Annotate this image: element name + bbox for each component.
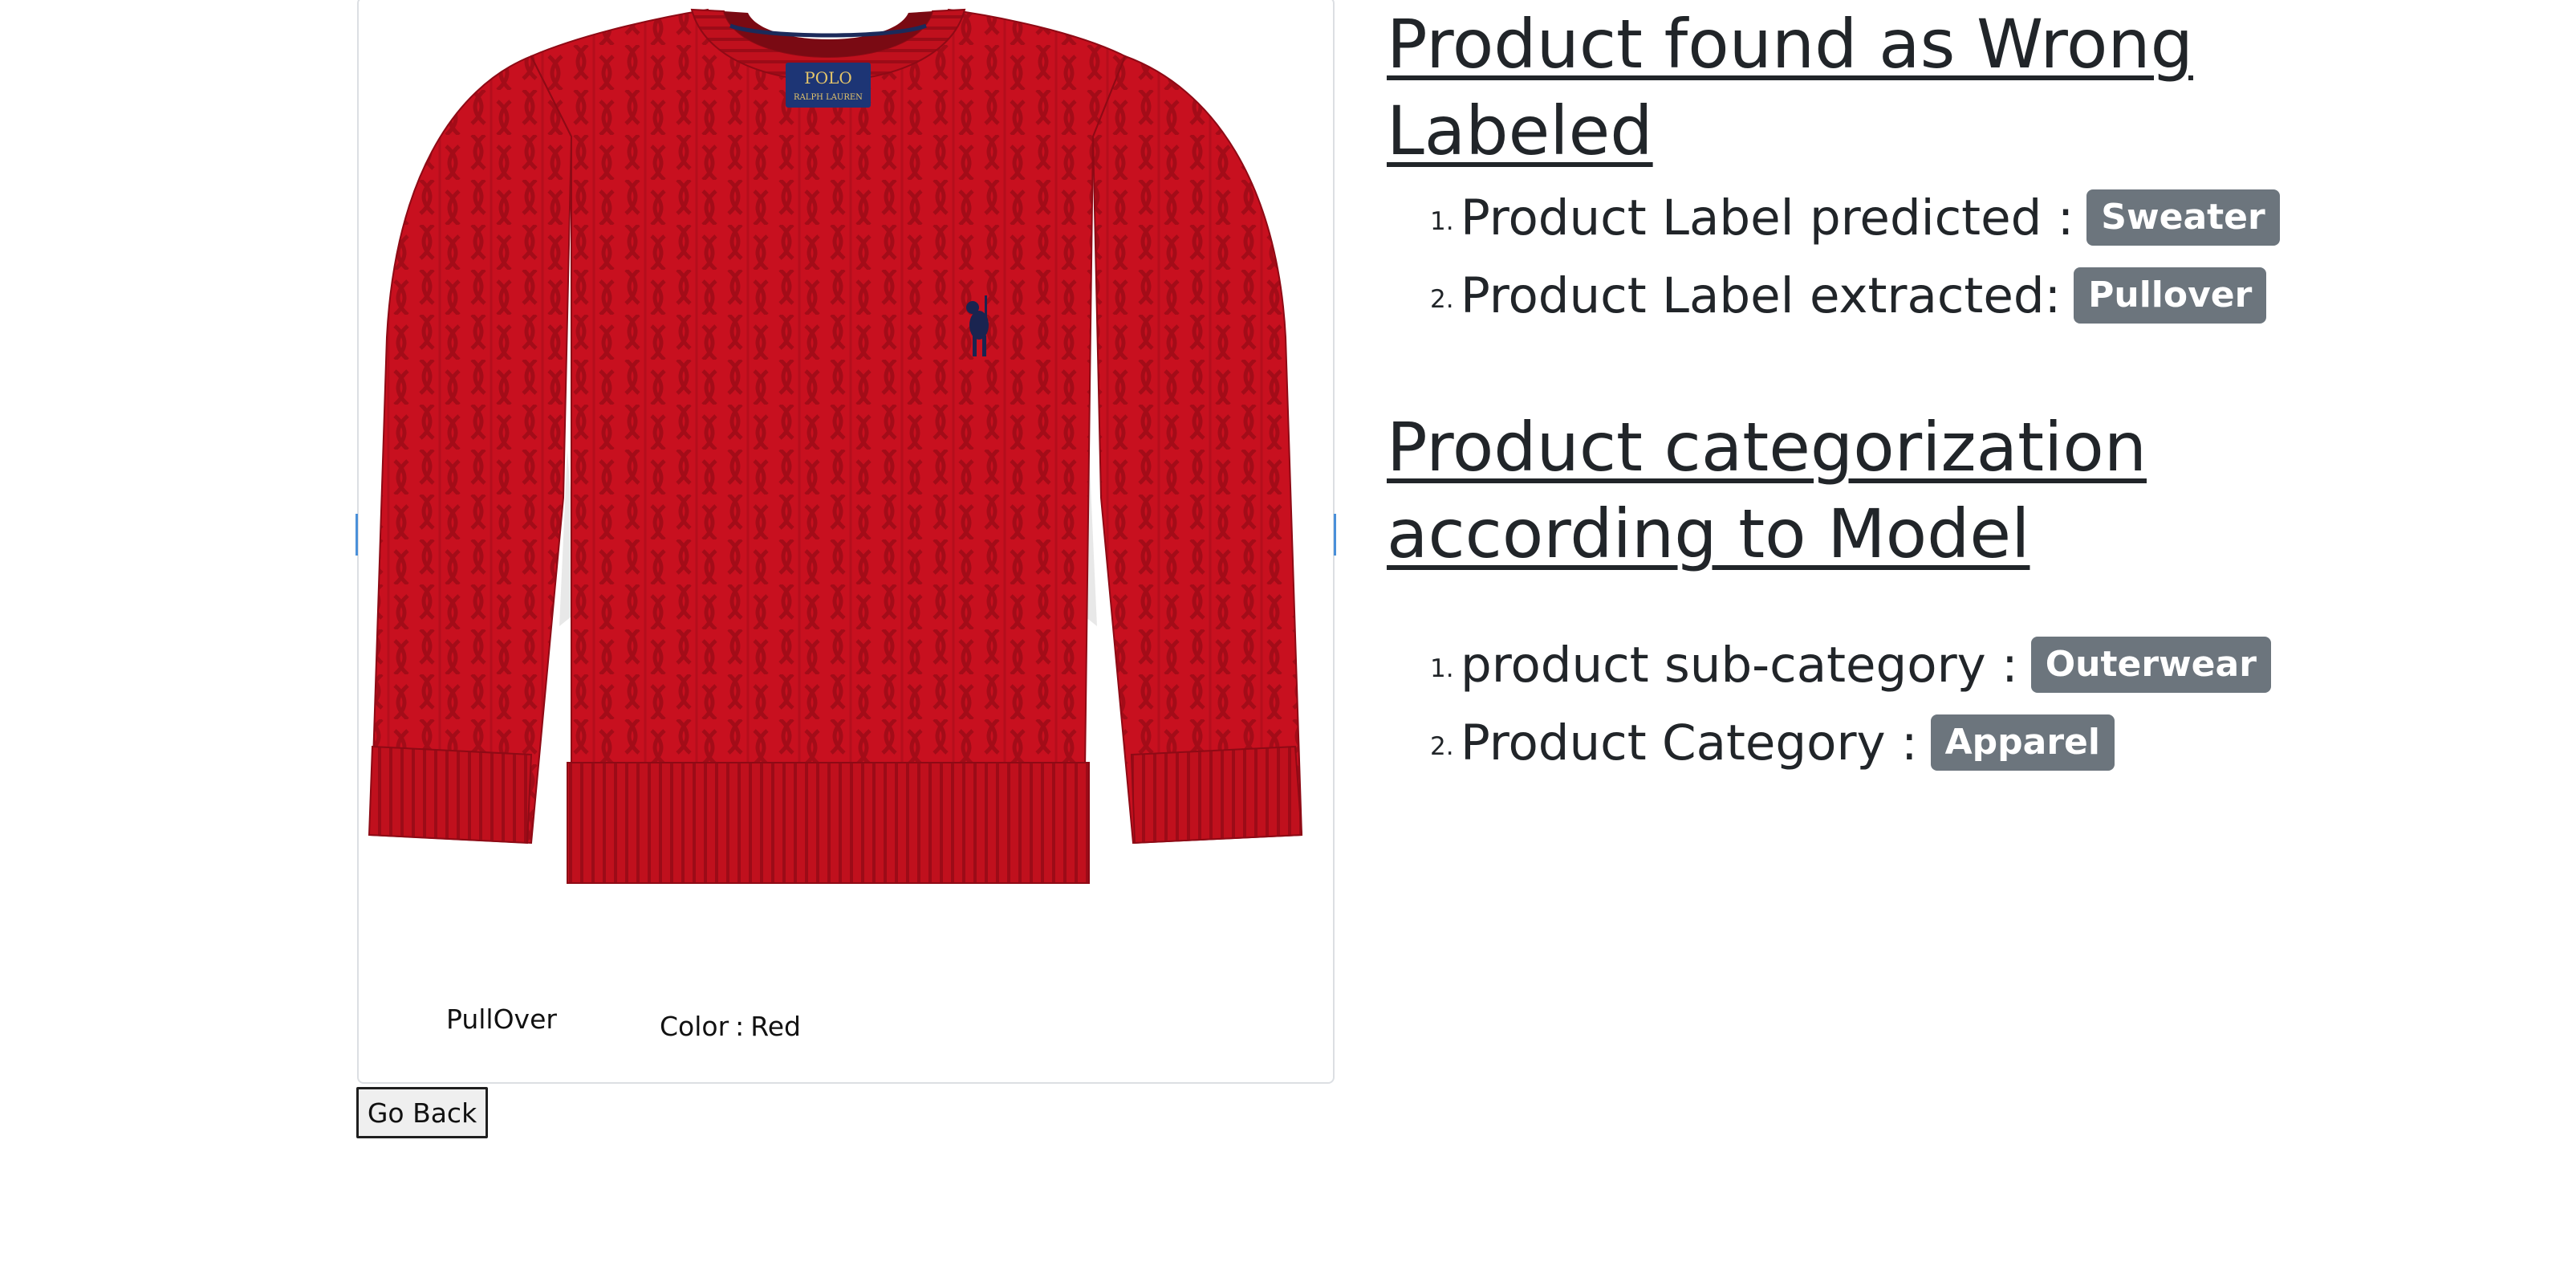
sweater-right-sleeve <box>1091 55 1303 845</box>
list-item-number: 2. <box>1430 285 1454 314</box>
predicted-label-badge: Sweater <box>2086 189 2280 246</box>
category-badge: Apparel <box>1930 714 2115 771</box>
list-item-number: 1. <box>1430 654 1454 683</box>
extracted-label-text: Product Label extracted: <box>1461 267 2062 324</box>
list-item-number: 1. <box>1430 207 1454 236</box>
product-color-label: Color <box>660 1011 729 1042</box>
categorization-heading: Product categorization according to Mode… <box>1387 408 2147 573</box>
sweater-body <box>530 8 1127 771</box>
sub-category-badge: Outerwear <box>2030 637 2271 694</box>
product-name: PullOver <box>446 1003 557 1035</box>
wrong-label-heading: Product found as Wrong Labeled <box>1387 5 2193 170</box>
extracted-label-badge: Pullover <box>2074 267 2267 324</box>
card-left-edge-marker <box>356 514 358 556</box>
brand-label-subtitle: RALPH LAUREN <box>794 93 863 102</box>
product-image: POLO RALPH LAUREN <box>363 0 1331 963</box>
card-right-edge-marker <box>1334 514 1336 556</box>
brand-label-title: POLO <box>804 68 852 88</box>
sweater-waistband <box>567 762 1090 884</box>
go-back-button[interactable]: Go Back <box>356 1087 488 1138</box>
sweater-left-sleeve <box>369 55 573 845</box>
product-color-value: Red <box>750 1011 801 1042</box>
predicted-label-text: Product Label predicted : <box>1461 189 2074 246</box>
sub-category-text: product sub-category : <box>1461 637 2018 694</box>
category-text: Product Category : <box>1461 714 1918 771</box>
product-color-separator: : <box>735 1011 745 1042</box>
list-item-number: 2. <box>1430 732 1454 761</box>
page: POLO RALPH LAUREN PullOver Color: Red Go … <box>0 0 2576 1266</box>
product-color: Color: Red <box>660 1011 801 1042</box>
